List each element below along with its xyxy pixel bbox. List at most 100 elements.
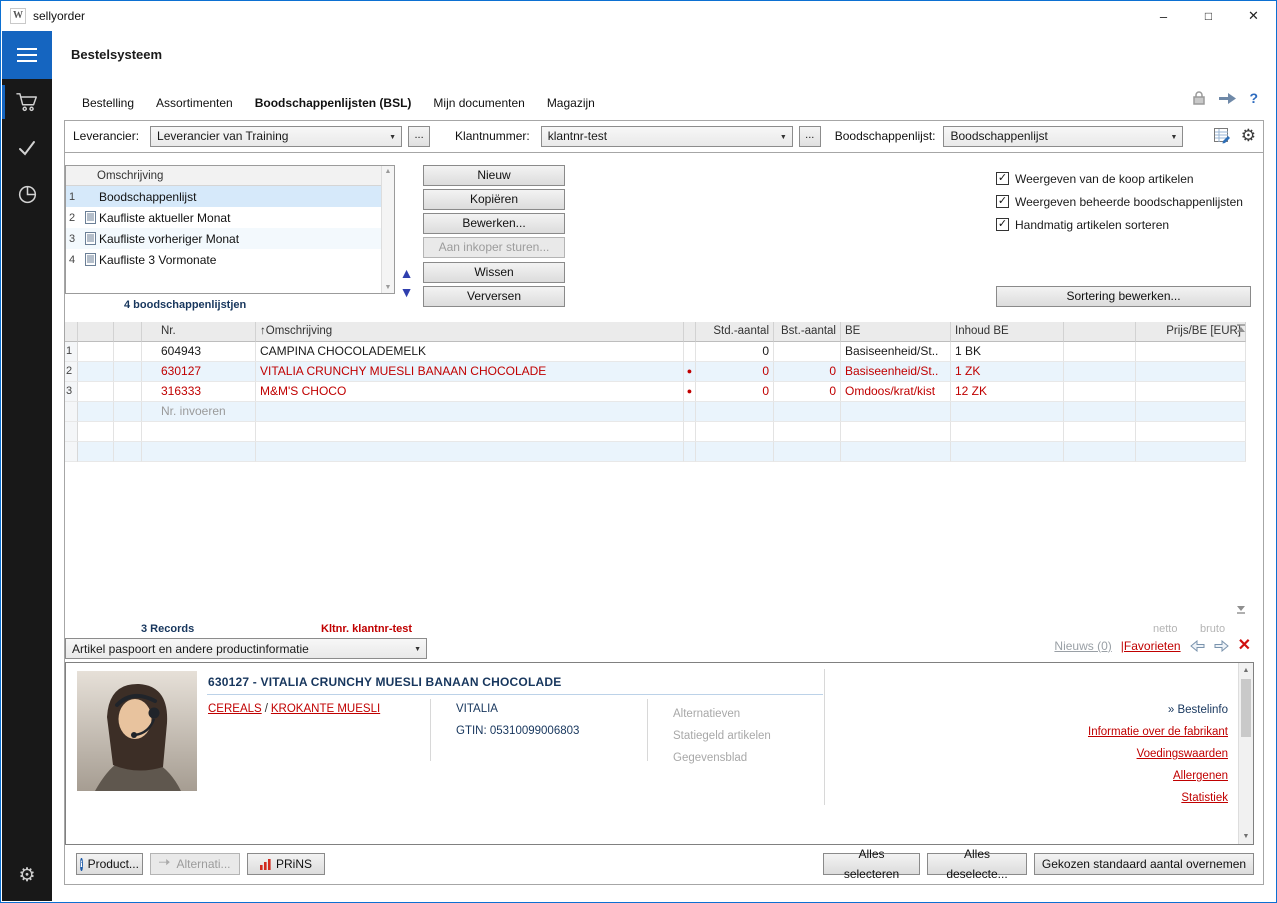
bsl-column-header[interactable]: Omschrijving [97, 170, 163, 182]
bewerken-button[interactable]: Bewerken... [423, 213, 565, 234]
column-header-be[interactable]: BE [841, 322, 951, 342]
bsl-row[interactable]: 2 Kaufliste aktueller Monat [66, 207, 394, 228]
table-cell [78, 362, 114, 382]
tab-assortimenten[interactable]: Assortimenten [145, 96, 244, 110]
column-header-std[interactable]: Std.-aantal [696, 322, 774, 342]
bsl-row[interactable]: 3 Kaufliste vorheriger Monat [66, 228, 394, 249]
table-row[interactable]: 2 630127 VITALIA CRUNCHY MUESLI BANAAN CHO… [65, 362, 1246, 382]
favorieten-link[interactable]: |Favorieten [1121, 639, 1181, 653]
sortering-bewerken-button[interactable]: Sortering bewerken... [996, 286, 1251, 307]
prins-button[interactable]: PRiNS [247, 853, 325, 875]
column-header-inh[interactable]: Inhoud BE [951, 322, 1064, 342]
list-settings-gear-icon[interactable]: ⚙ [1241, 126, 1256, 146]
verversen-button[interactable]: Verversen [423, 286, 565, 307]
column-header-nr[interactable]: Nr. [142, 322, 256, 342]
table-row[interactable]: 1 604943 CAMPINA CHOCOLADEMELK 0 Basiseenhei… [65, 342, 1246, 362]
column-header-prijs[interactable]: Prijs/BE [EUR] [1136, 322, 1246, 342]
table-cell [65, 402, 78, 422]
product-button[interactable]: i Product... [76, 853, 143, 875]
allergenen-link[interactable]: Allergenen [1088, 765, 1228, 787]
statiegeld-link[interactable]: Statiegeld artikelen [673, 725, 771, 747]
table-cell: ● [684, 362, 696, 382]
gegevensblad-link[interactable]: Gegevensblad [673, 747, 771, 769]
table-cell [684, 342, 696, 362]
column-header-a[interactable] [78, 322, 114, 342]
bsl-scrollbar[interactable]: ▲ ▼ [381, 166, 394, 293]
table-cell: 630127 [142, 362, 256, 382]
bestelinfo-link[interactable]: » Bestelinfo [1088, 699, 1228, 721]
standaard-aantal-overnemen-button[interactable]: Gekozen standaard aantal overnemen [1034, 853, 1254, 875]
nr-input[interactable]: Nr. invoeren [142, 402, 256, 422]
new-article-row[interactable]: Nr. invoeren [65, 402, 1246, 422]
category-link[interactable]: CEREALS [208, 703, 262, 715]
tab-magazijn[interactable]: Magazijn [536, 96, 606, 110]
main-content: Bestelsysteem Bestelling Assortimenten B… [52, 31, 1275, 901]
scroll-down-icon[interactable]: ▼ [1239, 829, 1253, 844]
move-up-button[interactable]: ▲ [398, 265, 415, 282]
klantnummer-select[interactable]: klantnr-test ▼ [540, 125, 793, 147]
table-cell: CAMPINA CHOCOLADEMELK [256, 342, 684, 362]
alles-selecteren-button[interactable]: Alles selecteren [823, 847, 920, 881]
menu-icon[interactable] [2, 31, 52, 79]
maximize-button[interactable]: □ [1186, 1, 1231, 31]
productinfo-select[interactable]: Artikel paspoort en andere productinform… [65, 638, 427, 659]
close-button[interactable]: ✕ [1231, 1, 1276, 31]
table-cell: 12 ZK [951, 382, 1064, 402]
column-header-dot[interactable] [684, 322, 696, 342]
category-link[interactable]: KROKANTE MUESLI [271, 703, 380, 715]
pie-chart-icon[interactable] [2, 171, 52, 217]
table-cell [841, 442, 951, 462]
column-header-bst[interactable]: Bst.-aantal [774, 322, 841, 342]
forward-arrow-icon[interactable] [1219, 92, 1237, 105]
close-panel-icon[interactable]: ✕ [1238, 638, 1251, 654]
column-header-oms[interactable]: ↑Omschrijving [256, 322, 684, 342]
bsl-row[interactable]: 1 Boodschappenlijst [66, 186, 394, 207]
alles-deselecteren-button[interactable]: Alles deselecte... [927, 847, 1027, 881]
bsl-row[interactable]: 4 Kaufliste 3 Vormonate [66, 249, 394, 270]
scroll-bottom-icon[interactable] [1236, 603, 1247, 615]
next-arrow-icon[interactable] [1214, 640, 1229, 652]
nieuws-link[interactable]: Nieuws (0) [1054, 639, 1111, 653]
checkbox-handmatig-sorteren[interactable]: ✓ Handmatig artikelen sorteren [996, 213, 1243, 236]
table-row[interactable]: 3 316333 M&M'S CHOCO ● 0 0 Omdoos/krat/kist 12 … [65, 382, 1246, 402]
scroll-up-icon[interactable]: ▲ [1239, 663, 1253, 678]
kopieren-button[interactable]: Kopiëren [423, 189, 565, 210]
scroll-top-icon[interactable] [1236, 324, 1247, 336]
bruto-label: bruto [1200, 623, 1226, 635]
fabrikant-info-link[interactable]: Informatie over de fabrikant [1088, 721, 1228, 743]
checkbox-koop-artikelen[interactable]: ✓ Weergeven van de koop artikelen [996, 167, 1243, 190]
column-header-sp[interactable] [1064, 322, 1136, 342]
cart-icon[interactable] [2, 79, 52, 125]
scroll-down-icon[interactable]: ▼ [385, 284, 392, 291]
column-header-num[interactable] [65, 322, 78, 342]
divider [207, 694, 823, 695]
wissen-button[interactable]: Wissen [423, 262, 565, 283]
prev-arrow-icon[interactable] [1189, 640, 1205, 652]
checkbox-beheerde-lijsten[interactable]: ✓ Weergeven beheerde boodschappenlijsten [996, 190, 1243, 213]
tab-bestelling[interactable]: Bestelling [71, 96, 145, 110]
tab-mijn-documenten[interactable]: Mijn documenten [422, 96, 535, 110]
boodschappenlijst-select[interactable]: Boodschappenlijst ▼ [943, 125, 1184, 147]
help-icon[interactable]: ? [1249, 90, 1258, 106]
move-down-button[interactable]: ▼ [398, 284, 415, 301]
edit-list-icon[interactable] [1213, 128, 1231, 144]
panel-scrollbar[interactable]: ▲ ▼ [1238, 663, 1253, 844]
klantnummer-browse-button[interactable]: ... [798, 125, 821, 147]
table-cell [774, 442, 841, 462]
nieuw-button[interactable]: Nieuw [423, 165, 565, 186]
tab-boodschappenlijsten[interactable]: Boodschappenlijsten (BSL) [244, 96, 423, 110]
lock-icon[interactable] [1192, 90, 1206, 106]
minimize-button[interactable]: – [1141, 1, 1186, 31]
statistiek-link[interactable]: Statistiek [1088, 787, 1228, 809]
alternatieven-link[interactable]: Alternatieven [673, 703, 771, 725]
check-icon[interactable] [2, 125, 52, 171]
boodschappenlijst-label: Boodschappenlijst: [834, 129, 936, 143]
table-cell [78, 422, 114, 442]
scroll-up-icon[interactable]: ▲ [385, 168, 392, 175]
scrollbar-thumb[interactable] [1241, 679, 1251, 737]
voedingswaarden-link[interactable]: Voedingswaarden [1088, 743, 1228, 765]
settings-gear-icon[interactable]: ⚙ [2, 857, 52, 893]
column-header-b[interactable] [114, 322, 142, 342]
leverancier-browse-button[interactable]: ... [408, 125, 431, 147]
leverancier-select[interactable]: Leverancier van Training ▼ [150, 125, 403, 147]
